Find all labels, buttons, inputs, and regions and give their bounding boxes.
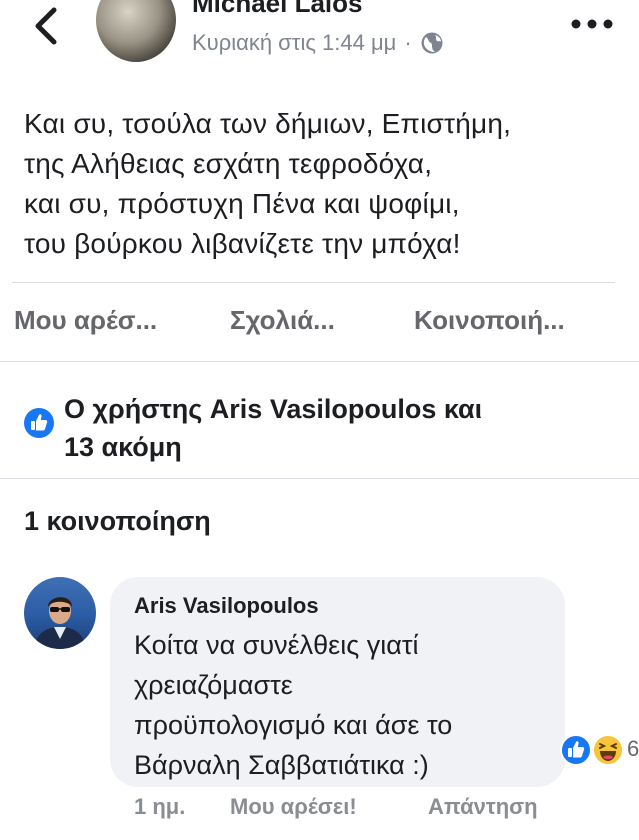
meta-separator: · bbox=[404, 30, 412, 55]
divider bbox=[0, 478, 639, 479]
comment-line: Βάρναλη Σαββατιάτικα :) bbox=[134, 750, 429, 780]
globe-icon bbox=[421, 32, 443, 54]
action-bar: Μου αρέσ... Σχολιά... Κοινοποιή... bbox=[0, 305, 639, 345]
shares-count[interactable]: 1 κοινοποίηση bbox=[24, 506, 211, 537]
divider bbox=[0, 361, 639, 362]
reactions-text: Ο χρήστης Aris Vasilopoulos και 13 ακόμη bbox=[64, 390, 624, 466]
like-button[interactable]: Μου αρέσ... bbox=[14, 305, 157, 336]
post-line: και συ, πρόστυχη Πένα και ψοφίμι, bbox=[24, 188, 460, 219]
post-text: Και συ, τσούλα των δήμιων, Επιστήμη, της… bbox=[24, 104, 624, 264]
back-arrow-icon[interactable] bbox=[30, 6, 64, 46]
comment-button[interactable]: Σχολιά... bbox=[230, 305, 335, 336]
reactions-line: 13 ακόμη bbox=[64, 432, 182, 462]
haha-reaction-icon[interactable] bbox=[592, 734, 624, 766]
more-options-icon[interactable] bbox=[570, 14, 614, 34]
author-avatar[interactable] bbox=[96, 0, 176, 62]
comment-time[interactable]: 1 ημ. bbox=[134, 794, 185, 820]
comment-line: προϋπολογισμό και άσε το bbox=[134, 710, 453, 740]
comment-reply-link[interactable]: Απάντηση bbox=[428, 794, 538, 820]
like-reaction-icon bbox=[24, 408, 54, 438]
post-timestamp[interactable]: Κυριακή στις 1:44 μμ bbox=[192, 30, 396, 56]
comment-like-link[interactable]: Μου αρέσει! bbox=[230, 794, 357, 820]
like-reaction-icon[interactable] bbox=[560, 734, 592, 766]
post-line: της Αλήθειας εσχάτη τεφροδόχα, bbox=[24, 148, 433, 179]
reactions-line: Ο χρήστης Aris Vasilopoulos και bbox=[64, 394, 483, 424]
comment-line: χρειαζόμαστε bbox=[134, 670, 293, 700]
post-line: του βούρκου λιβανίζετε την μπόχα! bbox=[24, 228, 461, 259]
commenter-photo bbox=[34, 597, 86, 649]
post-meta: Κυριακή στις 1:44 μμ · bbox=[192, 30, 444, 56]
comment-bubble: Aris Vasilopoulos Κοίτα να συνέλθεις για… bbox=[110, 577, 565, 787]
comment-text: Κοίτα να συνέλθεις γιατί χρειαζόμαστε πρ… bbox=[134, 625, 452, 785]
commenter-avatar[interactable] bbox=[24, 577, 96, 649]
share-button[interactable]: Κοινοποιή... bbox=[414, 305, 565, 336]
comment-author[interactable]: Aris Vasilopoulos bbox=[134, 593, 319, 619]
divider bbox=[12, 282, 615, 283]
comment-line: Κοίτα να συνέλθεις γιατί bbox=[134, 630, 419, 660]
author-name[interactable]: Michael Lalos bbox=[192, 0, 363, 19]
comment-reaction-count[interactable]: 6 bbox=[627, 736, 639, 762]
post-line: Και συ, τσούλα των δήμιων, Επιστήμη, bbox=[24, 108, 512, 139]
